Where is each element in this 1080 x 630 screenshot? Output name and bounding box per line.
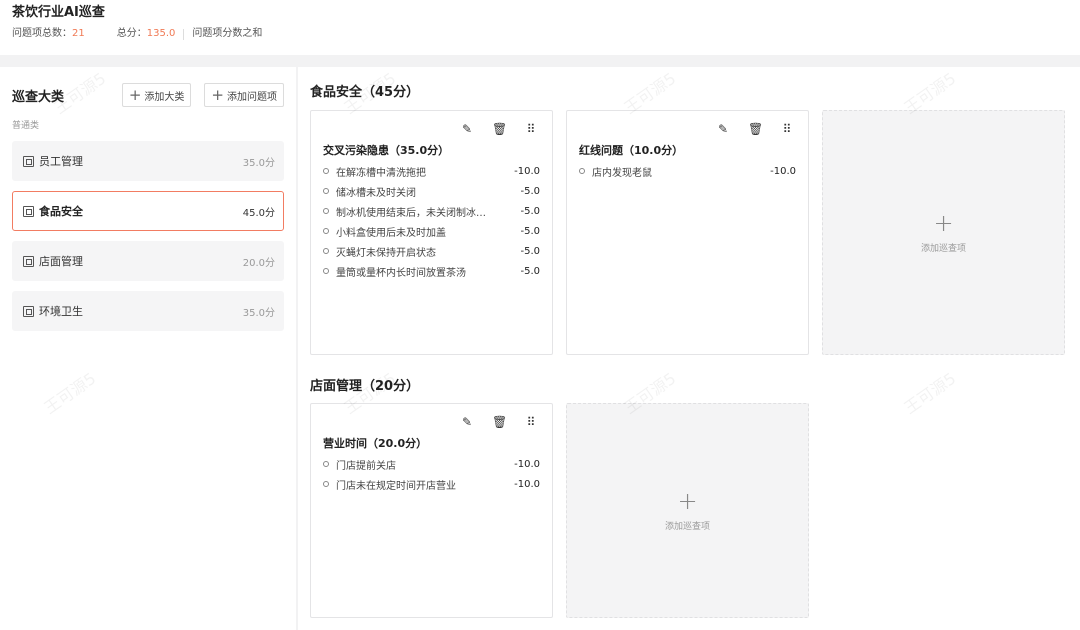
drag-handle-icon[interactable]: ⠿ [524, 123, 538, 135]
card-title: 营业时间（20.0分） [323, 437, 428, 450]
category-score: 35.0分 [242, 307, 275, 319]
list-item: 店内发现老鼠 -10.0 [579, 161, 796, 181]
plus-icon: + [677, 487, 698, 515]
section-title-food-safety: 食品安全（45分） [310, 85, 420, 100]
summary-stats: 问题项总数： 21 总分： 135.0 问题项分数之和 [12, 27, 1068, 41]
category-name: 店面管理 [39, 255, 83, 268]
issue-list: 店内发现老鼠 -10.0 [579, 161, 796, 181]
add-category-button[interactable]: + 添加大类 [121, 83, 192, 107]
add-inspection-card[interactable]: + 添加巡查项 [566, 403, 809, 618]
card-title: 红线问题（10.0分） [579, 144, 684, 157]
trash-icon[interactable]: 🗑 [492, 123, 507, 135]
inspection-main: 食品安全（45分） ✎ 🗑 ⠿ 交叉污染隐患（35.0分） 在解冻槽中清洗拖把 -… [298, 67, 1080, 630]
pencil-icon[interactable]: ✎ [716, 123, 730, 135]
total-score-value: 135.0 [146, 28, 176, 39]
list-item: 灭蝇灯未保持开启状态 -5.0 [323, 241, 540, 261]
category-icon [23, 155, 34, 167]
category-name: 员工管理 [39, 155, 83, 168]
sidebar-title: 巡查大类 [12, 89, 65, 105]
add-inspection-label: 添加巡查项 [664, 522, 710, 532]
category-score: 35.0分 [242, 157, 275, 169]
list-item: 小料盒使用后未及时加盖 -5.0 [323, 221, 540, 241]
category-sidebar: 巡查大类 + 添加大类 + 添加问题项 普通类 员工管理 35.0分 食品安全 … [0, 67, 296, 630]
drag-handle-icon[interactable]: ⠿ [524, 416, 538, 428]
plus-icon: + [933, 209, 954, 237]
issue-list: 在解冻槽中清洗拖把 -10.0 储冰槽未及时关闭 -5.0 制冰机使用结束后，未关闭… [323, 161, 540, 281]
card-toolbar: ✎ 🗑 ⠿ [579, 121, 796, 137]
total-score-note: 问题项分数之和 [192, 28, 263, 39]
trash-icon[interactable]: 🗑 [748, 123, 763, 135]
add-inspection-card[interactable]: + 添加巡查项 [822, 110, 1065, 355]
category-icon [23, 255, 34, 267]
category-item-hygiene[interactable]: 环境卫生 35.0分 [12, 291, 284, 331]
issue-list: 门店提前关店 -10.0 门店未在规定时间开店营业 -10.0 [323, 454, 540, 494]
drag-handle-icon[interactable]: ⠿ [780, 123, 794, 135]
plus-icon: + [128, 85, 142, 104]
card-title: 交叉污染隐患（35.0分） [323, 144, 450, 157]
category-name: 环境卫生 [39, 305, 83, 318]
list-item: 门店未在规定时间开店营业 -10.0 [323, 474, 540, 494]
category-group-label: 普通类 [12, 121, 40, 131]
category-icon [23, 205, 34, 217]
sidebar-header: 巡查大类 + 添加大类 + 添加问题项 [12, 83, 284, 107]
issue-count-value: 21 [72, 28, 85, 39]
list-item: 在解冻槽中清洗拖把 -10.0 [323, 161, 540, 181]
category-item-food-safety[interactable]: 食品安全 45.0分 [12, 191, 284, 231]
card-toolbar: ✎ 🗑 ⠿ [323, 414, 540, 430]
issue-count-label: 问题项总数： [12, 28, 72, 39]
category-score: 20.0分 [242, 257, 275, 269]
list-item: 量筒或量杯内长时间放置茶汤 -5.0 [323, 261, 540, 281]
plus-icon: + [211, 85, 224, 104]
list-item: 门店提前关店 -10.0 [323, 454, 540, 474]
section-title-store-management: 店面管理（20分） [310, 379, 420, 394]
page-header: 茶饮行业AI巡查 问题项总数： 21 总分： 135.0 问题项分数之和 [0, 0, 1080, 55]
divider [183, 28, 185, 40]
category-item-staff[interactable]: 员工管理 35.0分 [12, 141, 284, 181]
total-score-label: 总分： [116, 28, 147, 39]
category-icon [23, 305, 34, 317]
add-inspection-label: 添加巡查项 [920, 244, 966, 254]
list-item: 储冰槽未及时关闭 -5.0 [323, 181, 540, 201]
add-issue-button[interactable]: + 添加问题项 [204, 83, 284, 107]
add-category-label: 添加大类 [144, 91, 185, 103]
inspection-card: ✎ 🗑 ⠿ 营业时间（20.0分） 门店提前关店 -10.0 门店未在规定时间开店… [310, 403, 553, 618]
category-score: 45.0分 [242, 207, 275, 219]
category-item-store[interactable]: 店面管理 20.0分 [12, 241, 284, 281]
inspection-card: ✎ 🗑 ⠿ 交叉污染隐患（35.0分） 在解冻槽中清洗拖把 -10.0 储冰槽未及… [310, 110, 553, 355]
category-name: 食品安全 [39, 205, 83, 218]
list-item: 制冰机使用结束后，未关闭制冰… -5.0 [323, 201, 540, 221]
add-issue-label: 添加问题项 [227, 91, 277, 103]
trash-icon[interactable]: 🗑 [492, 416, 507, 428]
inspection-card: ✎ 🗑 ⠿ 红线问题（10.0分） 店内发现老鼠 -10.0 [566, 110, 809, 355]
page-title: 茶饮行业AI巡查 [12, 5, 105, 20]
card-toolbar: ✎ 🗑 ⠿ [323, 121, 540, 137]
pencil-icon[interactable]: ✎ [460, 123, 474, 135]
pencil-icon[interactable]: ✎ [460, 416, 474, 428]
